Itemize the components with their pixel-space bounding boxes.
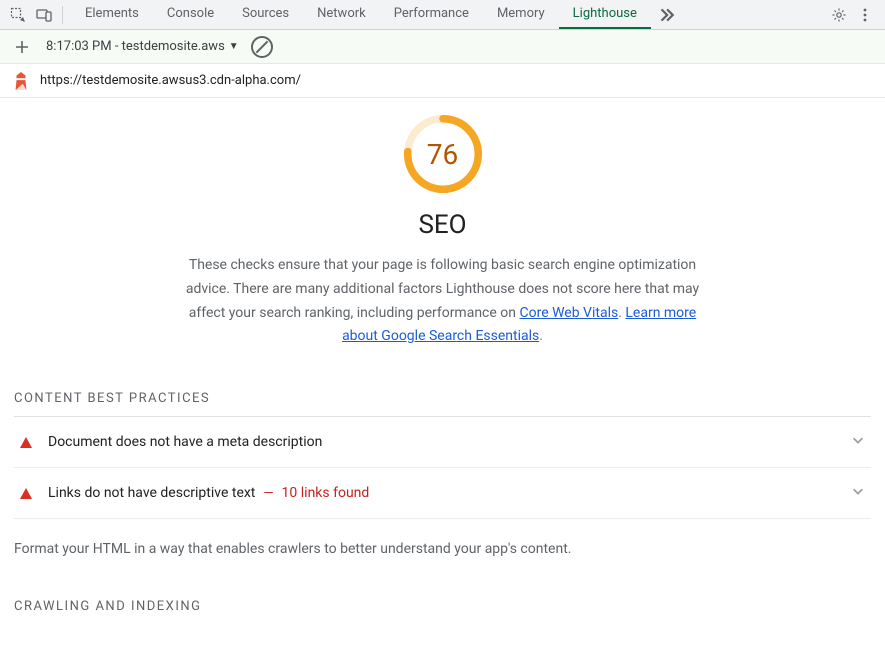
section-title: CRAWLING AND INDEXING: [14, 599, 871, 614]
section-content-best-practices: CONTENT BEST PRACTICES Document does not…: [0, 391, 885, 557]
fail-triangle-icon: [20, 437, 32, 448]
inspect-icon[interactable]: [6, 3, 30, 27]
gear-icon[interactable]: [827, 3, 851, 27]
score-title: SEO: [418, 210, 466, 240]
audit-meta-description[interactable]: Document does not have a meta descriptio…: [14, 417, 871, 468]
score-desc-suffix: .: [539, 328, 543, 344]
devtools-tabs-bar: Elements Console Sources Network Perform…: [0, 0, 885, 30]
chevron-down-icon: [851, 484, 865, 502]
tabs-left-icons: [2, 3, 60, 27]
tab-performance[interactable]: Performance: [380, 0, 483, 29]
clear-report-button[interactable]: [251, 36, 273, 58]
score-gauge: 76: [401, 112, 485, 196]
score-section: 76 SEO These checks ensure that your pag…: [0, 98, 885, 349]
tab-lighthouse[interactable]: Lighthouse: [559, 0, 651, 29]
new-report-button[interactable]: [10, 35, 34, 59]
score-value: 76: [401, 112, 485, 196]
audit-link-text[interactable]: Links do not have descriptive text — 10 …: [14, 468, 871, 519]
caret-down-icon: ▼: [229, 41, 239, 52]
section-title: CONTENT BEST PRACTICES: [14, 391, 871, 406]
score-description: These checks ensure that your page is fo…: [183, 254, 703, 349]
lighthouse-logo-icon: [12, 71, 30, 91]
section-crawling-indexing: CRAWLING AND INDEXING: [0, 599, 885, 614]
lighthouse-toolbar: 8:17:03 PM - testdemosite.aws ▼: [0, 30, 885, 64]
tabs-list: Elements Console Sources Network Perform…: [71, 0, 651, 29]
link-core-web-vitals[interactable]: Core Web Vitals: [519, 305, 618, 321]
more-icon[interactable]: [853, 3, 877, 27]
tab-memory[interactable]: Memory: [483, 0, 559, 29]
report-picker[interactable]: 8:17:03 PM - testdemosite.aws ▼: [46, 39, 239, 54]
tabs-overflow-icon[interactable]: [651, 6, 681, 24]
tab-console[interactable]: Console: [153, 0, 228, 29]
audit-extra-separator: —: [263, 486, 273, 501]
report-picker-label: 8:17:03 PM - testdemosite.aws: [46, 39, 225, 54]
fail-triangle-icon: [20, 488, 32, 499]
tabs-right-icons: [827, 3, 879, 27]
tab-elements[interactable]: Elements: [71, 0, 153, 29]
audit-label: Document does not have a meta descriptio…: [48, 434, 322, 450]
tab-network[interactable]: Network: [303, 0, 380, 29]
divider: [62, 6, 63, 24]
tab-sources[interactable]: Sources: [228, 0, 303, 29]
chevron-down-icon: [851, 433, 865, 451]
audit-label: Links do not have descriptive text: [48, 485, 255, 501]
report-url: https://testdemosite.awsus3.cdn-alpha.co…: [40, 73, 301, 88]
section-note: Format your HTML in a way that enables c…: [14, 541, 871, 557]
device-toolbar-icon[interactable]: [32, 3, 56, 27]
url-row: https://testdemosite.awsus3.cdn-alpha.co…: [0, 64, 885, 98]
audit-extra: 10 links found: [282, 485, 370, 501]
